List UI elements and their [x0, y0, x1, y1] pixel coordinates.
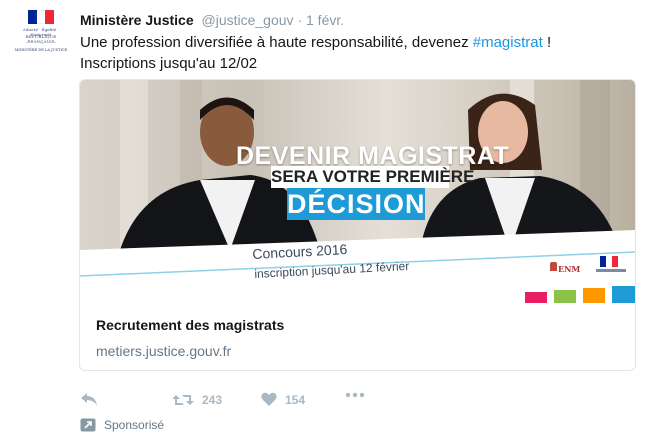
more-button[interactable]: [345, 392, 365, 398]
logo-ministry: MINISTÈRE DE LA JUSTICE: [14, 48, 68, 52]
card-image[interactable]: DEVENIR MAGISTRAT SERA VOTRE PREMIÈRE DÉ…: [80, 80, 635, 303]
tweet-header: Ministère Justice @justice_gouv · 1 févr…: [80, 12, 344, 28]
promoted-label[interactable]: Sponsorisé: [80, 418, 164, 432]
french-flag-icon: [28, 10, 55, 24]
hashtag-link[interactable]: #magistrat: [473, 34, 543, 51]
tweet-actions: 243 154: [80, 392, 380, 412]
card-title[interactable]: Recrutement des magistrats: [96, 317, 284, 333]
enm-logo-text: ENM: [558, 264, 581, 274]
ministry-mini-flag-icon: [600, 256, 618, 267]
enm-logo-icon: [550, 262, 557, 271]
promoted-text: Sponsorisé: [104, 418, 165, 432]
ministry-logo-avatar[interactable]: Liberté · Égalité · Fraternité RÉPUBLIQU…: [14, 10, 68, 66]
retweet-icon: [172, 395, 194, 405]
banner-sera-votre-premiere: SERA VOTRE PREMIÈRE: [271, 166, 475, 188]
author-handle[interactable]: @justice_gouv: [202, 12, 294, 28]
like-count: 154: [285, 392, 306, 407]
like-button[interactable]: 154: [261, 392, 305, 407]
reply-button[interactable]: [80, 392, 98, 406]
tweet-date[interactable]: 1 févr.: [306, 12, 344, 28]
card-url[interactable]: metiers.justice.gouv.fr: [96, 343, 231, 359]
tweet-text-line2: Inscriptions jusqu'au 12/02: [80, 55, 258, 72]
author-name[interactable]: Ministère Justice: [80, 12, 194, 28]
retweet-button[interactable]: 243: [172, 392, 222, 408]
tweet-text: Une profession diversifiée à haute respo…: [80, 32, 610, 74]
logo-divider: [26, 42, 56, 43]
heart-icon: [261, 392, 277, 406]
tweet-text-start: Une profession diversifiée à haute respo…: [80, 34, 473, 51]
tweet-text-end: !: [542, 34, 552, 51]
header-separator: ·: [297, 12, 303, 28]
promoted-arrow-icon: [80, 418, 96, 432]
tweet[interactable]: Liberté · Égalité · Fraternité RÉPUBLIQU…: [0, 0, 650, 448]
banner-decision: DÉCISION: [287, 188, 426, 220]
retweet-count: 243: [202, 393, 223, 407]
ministry-mini-logo: [596, 269, 626, 272]
more-icon: [345, 392, 365, 398]
reply-icon: [81, 393, 97, 405]
link-card[interactable]: DEVENIR MAGISTRAT SERA VOTRE PREMIÈRE DÉ…: [79, 79, 636, 371]
